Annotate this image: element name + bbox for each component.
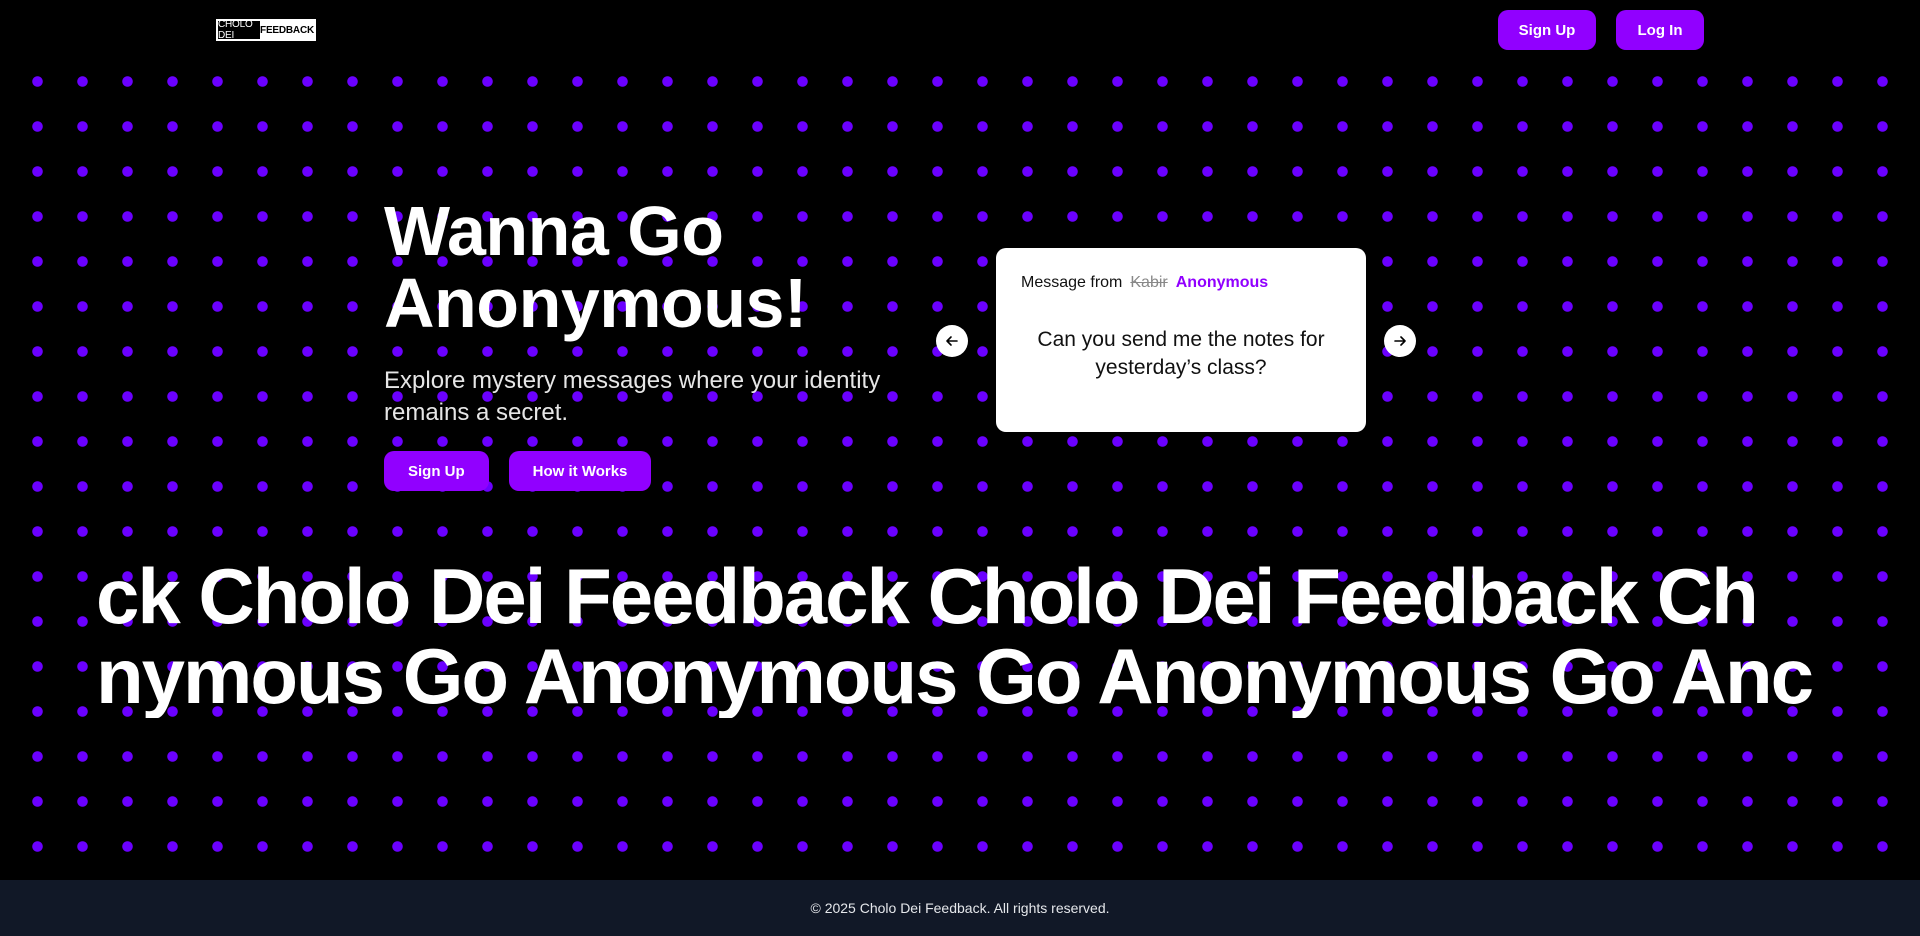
message-card-header: Message from Kabir Anonymous (1021, 274, 1341, 292)
logo-text-right: FEEDBACK (260, 21, 314, 39)
hero-title-line2: Anonymous! (384, 264, 807, 342)
logo[interactable]: CHOLO DEI FEEDBACK (216, 19, 316, 41)
nav-signup-button[interactable]: Sign Up (1498, 10, 1596, 50)
hero-signup-button[interactable]: Sign Up (384, 451, 489, 491)
dot-grid-background (0, 60, 1920, 880)
marquee-anonymous-text: nymous Go Anonymous Go Anonymous Go Anc (96, 634, 1814, 718)
logo-text-left: CHOLO DEI (218, 19, 261, 41)
arrow-left-icon (946, 336, 958, 346)
marquee-feedback-text: ck Cholo Dei Feedback Cholo Dei Feedback… (96, 554, 1759, 638)
marquee-anonymous: nymous Go Anonymous Go Anonymous Go Anc (96, 634, 1824, 718)
hero-title-line1: Wanna Go (384, 192, 724, 270)
message-carousel: Message from Kabir Anonymous Can you sen… (936, 248, 1416, 434)
marquee-feedback: ck Cholo Dei Feedback Cholo Dei Feedback… (96, 554, 1824, 638)
footer-copyright: © 2025 Cholo Dei Feedback. All rights re… (810, 900, 1110, 916)
hero-title: Wanna Go Anonymous! (384, 195, 904, 339)
struck-name: Kabir (1130, 274, 1168, 291)
arrow-right-icon (1394, 336, 1406, 346)
how-it-works-button[interactable]: How it Works (508, 451, 652, 491)
message-card: Message from Kabir Anonymous Can you sen… (996, 248, 1366, 432)
sender-name: Anonymous (1175, 274, 1269, 291)
hero: Wanna Go Anonymous! Explore mystery mess… (384, 195, 904, 491)
message-from-label: Message from (1021, 274, 1123, 291)
carousel-next-button[interactable] (1384, 325, 1416, 357)
navbar: CHOLO DEI FEEDBACK Sign Up Log In (0, 0, 1920, 60)
footer: © 2025 Cholo Dei Feedback. All rights re… (0, 880, 1920, 936)
message-text: Can you send me the notes for yesterday’… (1037, 328, 1325, 379)
carousel-prev-button[interactable] (936, 325, 968, 357)
hero-subtitle: Explore mystery messages where your iden… (384, 367, 881, 426)
hero-actions: Sign Up How it Works (384, 451, 652, 491)
nav-login-button[interactable]: Log In (1616, 10, 1704, 50)
